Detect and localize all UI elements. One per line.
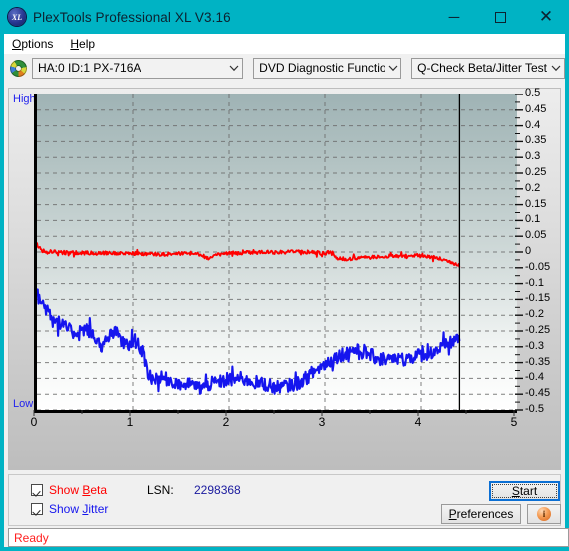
maximize-icon[interactable] [477,0,523,34]
app-window: XL PlexTools Professional XL V3.16 ─ ✕ O… [0,0,569,551]
show-jitter-checkbox-row[interactable]: Show Jitter [31,502,108,516]
menu-options-rest: ptions [21,37,54,51]
y-tick-label: -0.4 [525,371,544,384]
show-jitter-checkbox[interactable] [31,503,43,515]
function-select[interactable]: DVD Diagnostic Functions [253,57,402,79]
y-tick-label: -0.2 [525,308,544,321]
test-select-value: Q-Check Beta/Jitter Test [417,61,547,75]
show-beta-checkbox-row[interactable]: Show Beta [31,483,107,497]
y-tick-label: 0.05 [525,229,547,242]
start-button[interactable]: Start [489,481,560,501]
controls-panel: Show Beta Show Jitter LSN: 2298368 Start… [8,474,561,526]
status-text: Ready [14,530,49,545]
axis-label-high: High [13,93,36,105]
menu-help-rest: elp [79,37,96,51]
menu-item-help[interactable]: Help [62,35,104,53]
y-tick-label: 0.2 [525,181,541,194]
y-tick-label: 0.4 [525,118,541,131]
y-tick-label: 0.25 [525,166,547,178]
menu-bar: Options Help [4,34,565,54]
y-tick-label: 0.35 [525,134,547,147]
info-icon: i [537,507,551,521]
y-tick-label: 0.15 [525,197,547,210]
beta-jitter-plot[interactable] [34,94,517,413]
drive-select-value: HA:0 ID:1 PX-716A [38,61,142,75]
y-tick-label: -0.45 [525,387,551,400]
y-tick-label: -0.3 [525,339,544,352]
selector-toolbar: HA:0 ID:1 PX-716A DVD Diagnostic Functio… [4,54,565,82]
show-jitter-label: Show Jitter [49,502,109,516]
y-tick-label: 0.5 [525,87,541,99]
y-axis-minor-ticks [515,94,523,411]
lsn-label: LSN: [147,483,174,497]
function-select-value: DVD Diagnostic Functions [259,61,385,75]
chevron-down-icon [547,59,564,78]
y-tick-label: -0.05 [525,260,551,273]
chevron-down-icon [225,59,242,78]
y-tick-label: -0.25 [525,324,551,336]
y-tick-label: 0.3 [525,150,541,163]
test-select[interactable]: Q-Check Beta/Jitter Test [411,57,565,79]
preferences-button-label: Preferences [448,507,514,521]
y-tick-label: 0.1 [525,213,541,226]
client-area: Options Help HA:0 ID:1 PX-716A DVD Diagn… [4,34,569,547]
drive-select[interactable]: HA:0 ID:1 PX-716A [32,57,244,79]
graph-panel: High Low 0.5 0.45 0.4 0.35 0.3 0.25 0.2 0.15 0.1… [8,88,561,470]
title-bar: XL PlexTools Professional XL V3.16 ─ ✕ [0,0,569,34]
plot-wrapper [34,94,517,413]
y-tick-label: 0 [525,245,532,257]
menu-item-options[interactable]: Options [4,35,62,53]
chart-canvas [37,94,517,410]
x-axis-minor-ticks [33,410,515,416]
y-axis-tick-labels: 0.5 0.45 0.4 0.35 0.3 0.25 0.2 0.15 0.1 0.05 0 -0.0… [525,87,565,419]
preferences-button[interactable]: Preferences [441,504,521,524]
start-button-label: Start [492,484,557,498]
y-tick-label: -0.35 [525,355,551,368]
show-beta-label: Show Beta [49,483,108,497]
chevron-down-icon [385,59,400,78]
show-beta-checkbox[interactable] [31,484,43,496]
status-bar: Ready [8,528,569,547]
x-axis-tick-labels: 012345 [9,415,562,435]
xl-logo-icon: XL [8,8,26,26]
close-icon[interactable]: ✕ [523,0,569,34]
window-title: PlexTools Professional XL V3.16 [33,9,231,25]
info-button[interactable]: i [527,504,561,524]
window-controls: ─ ✕ [431,0,569,34]
disc-icon [10,59,27,77]
y-tick-label: -0.15 [525,292,551,305]
axis-label-low: Low [13,398,34,410]
lsn-value: 2298368 [194,483,241,497]
y-tick-label: -0.1 [525,276,544,289]
y-tick-label: 0.45 [525,102,547,115]
